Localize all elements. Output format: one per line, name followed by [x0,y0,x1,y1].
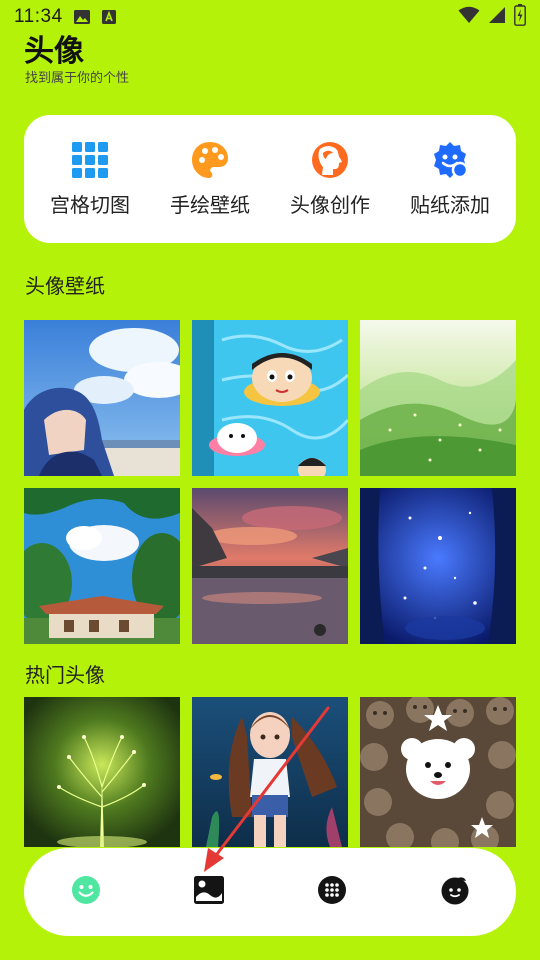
tool-label: 贴纸添加 [410,193,490,217]
wifi-icon [458,6,480,28]
image-icon [193,875,225,909]
page-subtitle: 找到属于你的个性 [25,71,130,86]
nav-avatar-home[interactable] [56,862,116,922]
tool-label: 宫格切图 [50,193,130,217]
wallpaper-thumb-sky-girl[interactable] [24,320,180,476]
apps-icon [317,875,347,909]
smile-icon [71,875,101,909]
nav-wallpaper[interactable] [179,862,239,922]
wallpaper-thumb-pool-cartoon[interactable] [192,320,348,476]
avatar-thumb-underwater-girl[interactable] [192,697,348,853]
status-time: 11:34 [14,6,63,27]
wallpaper-thumb-countryside-house[interactable] [24,488,180,644]
nav-tools[interactable] [302,862,362,922]
tools-card: 宫格切图 手绘壁纸 头像创作 贴纸添加 [24,115,516,243]
wallpaper-thumb-sunset-lake[interactable] [192,488,348,644]
avatar-creation-button[interactable]: 头像创作 [274,140,386,218]
sticker-icon [430,140,470,180]
avatar-thumb-puppy-pattern[interactable] [360,697,516,853]
face-profile-icon [310,140,350,180]
section-title-wallpapers: 头像壁纸 [25,274,105,298]
gallery-notification-icon [73,9,91,25]
tool-label: 头像创作 [290,193,370,217]
wallpaper-thumb-green-meadow[interactable] [360,320,516,476]
avatar-thumb-glowing-tree[interactable] [24,697,180,853]
page-title: 头像 [24,34,84,69]
popular-avatar-grid [24,697,516,853]
nav-profile[interactable] [425,862,485,922]
battery-icon [514,4,526,30]
bottom-navigation [24,848,516,936]
grid-icon [70,140,110,180]
palette-icon [190,140,230,180]
section-title-popular: 热门头像 [25,663,105,687]
profile-icon [440,875,470,909]
tool-label: 手绘壁纸 [170,193,250,217]
grid-cut-button[interactable]: 宫格切图 [34,140,146,218]
wallpaper-thumb-starry-night[interactable] [360,488,516,644]
signal-icon [488,6,506,28]
sticker-add-button[interactable]: 贴纸添加 [394,140,506,218]
wallpaper-grid [24,320,516,644]
font-notification-icon [101,9,117,25]
hand-drawn-wallpaper-button[interactable]: 手绘壁纸 [154,140,266,218]
